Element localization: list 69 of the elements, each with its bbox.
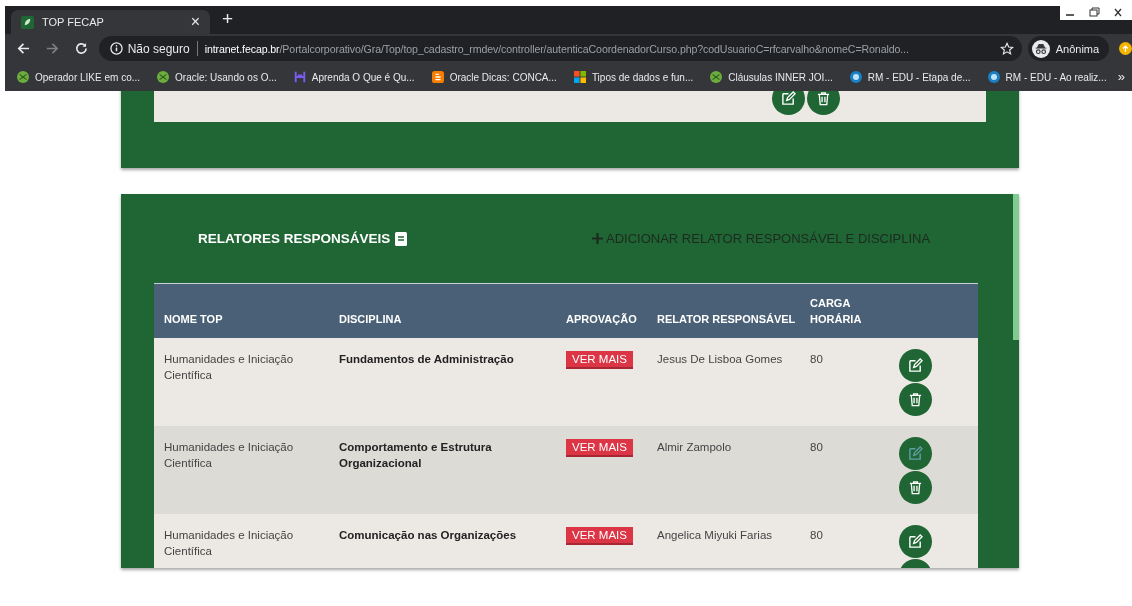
orb-icon — [849, 71, 862, 83]
tab-title: TOP FECAP — [42, 16, 105, 28]
delete-button[interactable] — [899, 470, 932, 504]
edit-button[interactable] — [899, 348, 932, 382]
bookmark-item[interactable]: Operador LIKE em co... — [17, 71, 141, 83]
column-header: NOME TOP — [154, 283, 329, 338]
column-header: RELATOR RESPONSÁVEL — [647, 283, 800, 338]
edit-button[interactable] — [899, 524, 932, 558]
leaf-icon — [21, 15, 34, 29]
bookmark-item[interactable]: Oracle Dicas: CONCA... — [431, 71, 557, 83]
trash-icon — [816, 91, 831, 106]
pencil-icon — [908, 445, 923, 461]
update-icon[interactable] — [1119, 42, 1132, 55]
edit-button[interactable] — [772, 91, 805, 115]
bookmark-item[interactable]: Cláusulas INNER JOI... — [710, 71, 833, 83]
bookmark-item[interactable]: Tipos de dados e fun... — [573, 71, 694, 83]
browser-tab[interactable]: TOP FECAP × — [11, 10, 210, 34]
table-cell: Angelica Miyuki Farias — [657, 528, 773, 541]
table-cell: Jesus De Lisboa Gomes — [657, 352, 783, 365]
table-cell: 80 — [810, 352, 823, 365]
orb-icon — [987, 71, 1000, 83]
view-more-button[interactable]: VER MAIS — [566, 526, 633, 545]
blog-icon — [431, 71, 444, 83]
letter-h-icon — [293, 71, 306, 83]
incognito-icon — [1031, 39, 1050, 58]
pencil-icon — [908, 533, 923, 549]
table-cell: Humanidades e Iniciação Científica — [164, 528, 294, 558]
table-cell: Humanidades e Iniciação Científica — [164, 352, 294, 382]
bookmark-item[interactable]: RM - EDU - Etapa de... — [849, 71, 971, 83]
info-icon — [109, 42, 123, 55]
profile-button[interactable]: Anônima — [1027, 36, 1110, 61]
forward-arrow-icon[interactable] — [44, 41, 60, 56]
pencil-icon — [908, 357, 923, 373]
column-header: DISCIPLINA — [329, 283, 556, 338]
grid-icon — [573, 71, 586, 83]
view-more-button[interactable]: VER MAIS — [566, 350, 633, 369]
scrollbar-thumb[interactable] — [1013, 194, 1019, 340]
section-title: RELATORES RESPONSÁVEIS — [198, 231, 391, 246]
table-cell: Comunicação nas Organizações — [339, 528, 517, 541]
tab-close-button[interactable]: × — [190, 13, 200, 31]
book-icon — [395, 231, 408, 246]
table-cell: 80 — [810, 528, 823, 541]
table-cell: 80 — [810, 440, 823, 453]
bookmark-item[interactable]: RM - EDU - Ao realiz... — [987, 71, 1107, 83]
pencil-icon — [781, 91, 796, 106]
table-cell: Almir Zampolo — [657, 440, 732, 453]
back-arrow-icon[interactable] — [16, 41, 31, 56]
column-header: APROVAÇÃO — [556, 283, 647, 338]
bookmark-item[interactable]: Oracle: Usando os O... — [157, 71, 277, 83]
star-icon[interactable] — [999, 41, 1014, 56]
reload-icon[interactable] — [73, 41, 89, 56]
trash-icon — [908, 479, 923, 495]
bookmark-item[interactable]: Aprenda O Que é Qu... — [293, 71, 415, 83]
column-header: CARGA HORÁRIA — [800, 283, 885, 338]
url-text: intranet.fecap.br/Portalcorporativo/Gra/Top/top_cadastro_rmdev/controller/autenticaCoordenadorCurso.php?codUsuarioC=rfcarvalho&nomeC=Ronaldo... — [204, 42, 910, 55]
edit-button[interactable] — [899, 436, 932, 470]
view-more-button[interactable]: VER MAIS — [566, 438, 633, 457]
table-cell: Comportamento e Estrutura Organizacional — [339, 440, 492, 470]
delete-button[interactable] — [899, 382, 932, 416]
address-bar[interactable]: Não seguro intranet.fecap.br/Portalcorporativo/Gra/Top/top_cadastro_rmdev/controller/autenticaCoordenadorCurso.php?codUsuarioC=rfcarvalho&nomeC=Ronaldo... — [98, 36, 1022, 61]
security-label: Não seguro — [127, 41, 190, 56]
table-cell: Fundamentos de Administração — [339, 352, 514, 365]
delete-button[interactable] — [807, 91, 840, 115]
trash-icon — [908, 391, 923, 407]
new-tab-button[interactable]: + — [222, 8, 234, 30]
table-cell: Humanidades e Iniciação Científica — [164, 440, 294, 470]
window-controls-icon[interactable] — [1060, 6, 1132, 20]
plus-icon — [592, 233, 603, 244]
more-bookmarks-button[interactable]: » — [1117, 69, 1125, 84]
